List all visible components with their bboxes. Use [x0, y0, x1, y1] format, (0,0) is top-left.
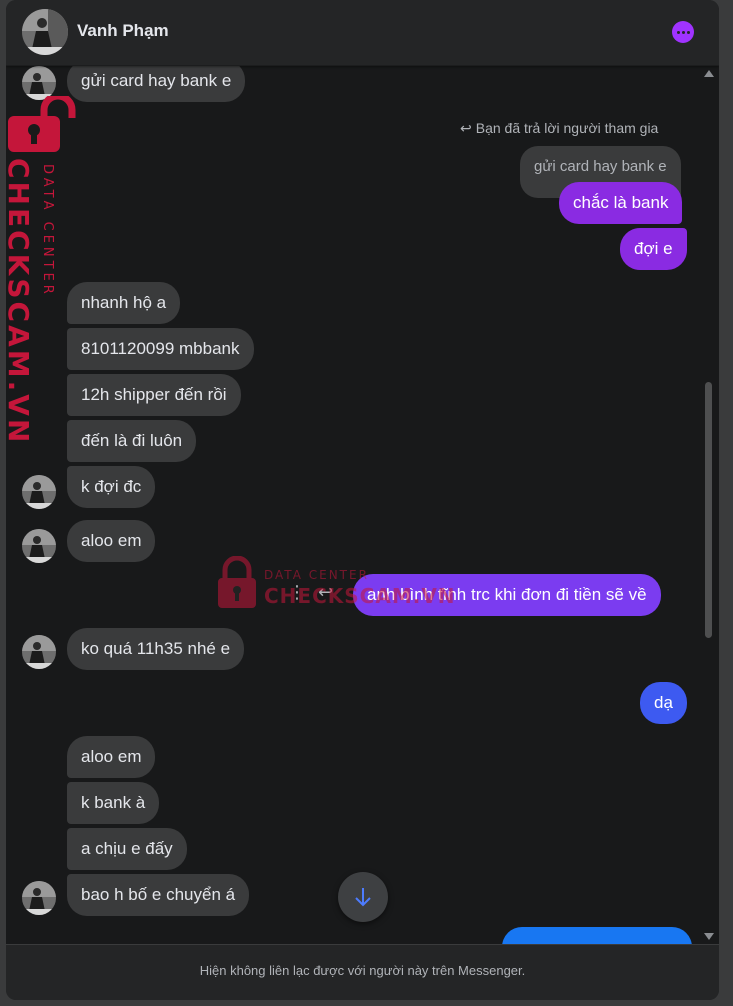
reply-icon: ↩ — [460, 120, 472, 136]
arrow-down-icon — [355, 888, 371, 907]
sender-avatar — [22, 66, 56, 100]
scrollbar-thumb[interactable] — [705, 382, 712, 638]
message-bubble[interactable]: ko quá 11h35 nhé e — [67, 628, 245, 670]
message-bubble[interactable]: 8101120099 mbbank — [67, 328, 254, 370]
contact-avatar[interactable] — [22, 9, 68, 55]
scroll-up-arrow[interactable] — [704, 70, 714, 77]
message-bubble[interactable]: k đợi đc — [67, 466, 156, 508]
scroll-down-arrow[interactable] — [704, 933, 714, 940]
message-bubble-partial[interactable] — [502, 927, 692, 944]
message-more-icon[interactable]: ⋮ — [288, 582, 306, 603]
sender-avatar — [22, 635, 56, 669]
message-bubble[interactable]: 12h shipper đến rồi — [67, 374, 241, 416]
message-bubble[interactable]: aloo em — [67, 520, 156, 562]
more-options-icon[interactable] — [672, 21, 694, 43]
reply-note-text: Bạn đã trả lời người tham gia — [475, 120, 659, 136]
scrollbar[interactable] — [704, 66, 714, 944]
message-bubble[interactable]: đợi e — [620, 228, 687, 270]
message-bubble[interactable]: aloo em — [67, 736, 156, 778]
chat-header: Vanh Phạm — [6, 0, 719, 66]
sender-avatar — [22, 475, 56, 509]
message-bubble[interactable]: bao h bố e chuyển á — [67, 874, 250, 916]
sender-avatar — [22, 529, 56, 563]
contact-name[interactable]: Vanh Phạm — [77, 21, 169, 41]
messenger-chat-window: Vanh Phạm gửi card hay bank e ↩ Bạn đã tr… — [6, 0, 719, 1000]
message-bubble[interactable]: nhanh hộ a — [67, 282, 181, 324]
scroll-to-bottom-button[interactable] — [338, 872, 388, 922]
message-bubble[interactable]: chắc là bank — [559, 182, 683, 224]
reply-icon[interactable]: ↩ — [318, 582, 333, 603]
reply-note: ↩ Bạn đã trả lời người tham gia — [460, 120, 658, 137]
message-bubble[interactable]: k bank à — [67, 782, 160, 824]
message-bubble[interactable]: đến là đi luôn — [67, 420, 197, 462]
message-bubble[interactable]: gửi card hay bank e — [67, 66, 246, 102]
message-list[interactable]: gửi card hay bank e ↩ Bạn đã trả lời ngườ… — [6, 66, 719, 944]
message-bubble[interactable]: a chịu e đấy — [67, 828, 187, 870]
message-bubble[interactable]: dạ — [640, 682, 687, 724]
sender-avatar — [22, 881, 56, 915]
message-bubble[interactable]: anh bình tĩnh trc khi đơn đi tiền sẽ về — [353, 574, 661, 616]
footer-notice: Hiện không liên lạc được với người này t… — [6, 944, 719, 1000]
